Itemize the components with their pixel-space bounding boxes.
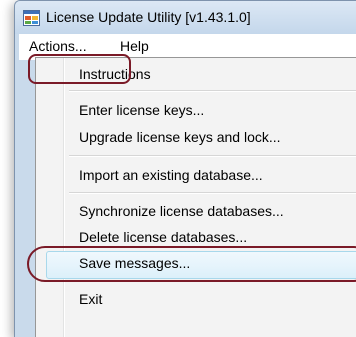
menu-separator: [69, 90, 356, 92]
menu-item-delete-databases[interactable]: Delete license databases...: [79, 229, 247, 245]
menu-separator: [69, 192, 356, 194]
window-title: License Update Utility [v1.43.1.0]: [46, 9, 251, 25]
menu-actions[interactable]: Actions...: [29, 38, 87, 54]
menu-item-synchronize-databases[interactable]: Synchronize license databases...: [79, 203, 284, 219]
menu-help[interactable]: Help: [120, 38, 149, 54]
menu-item-enter-license-keys[interactable]: Enter license keys...: [79, 102, 204, 118]
app-window-icon: [23, 10, 40, 26]
actions-dropdown-menu: Instructions Enter license keys... Upgra…: [35, 57, 356, 337]
menu-item-upgrade-license-keys[interactable]: Upgrade license keys and lock...: [79, 129, 281, 145]
annotation-circle-actions: [28, 54, 131, 84]
menu-separator: [69, 155, 356, 157]
annotation-circle-save-messages: [27, 246, 356, 282]
application-window: License Update Utility [v1.43.1.0] Actio…: [14, 0, 356, 337]
menu-item-import-database[interactable]: Import an existing database...: [79, 167, 263, 183]
title-bar[interactable]: License Update Utility [v1.43.1.0]: [15, 1, 356, 34]
menu-item-exit[interactable]: Exit: [79, 291, 102, 307]
icon-column-divider-highlight: [64, 58, 65, 337]
